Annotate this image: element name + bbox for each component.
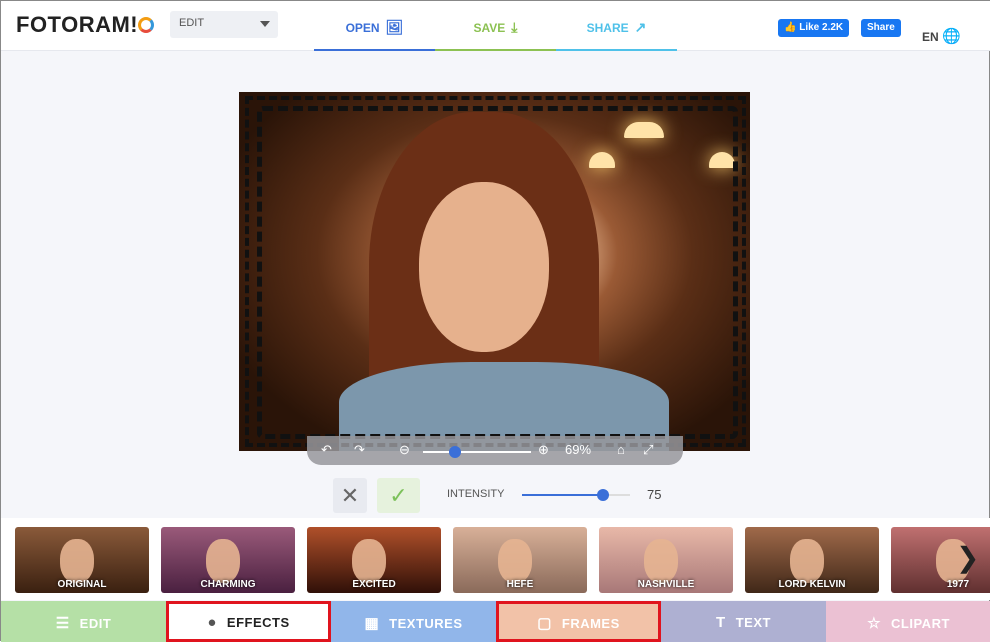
effect-thumb[interactable]: EXCITED bbox=[307, 527, 441, 593]
zoom-out-icon[interactable]: ⊖ bbox=[399, 442, 410, 458]
home-icon[interactable]: ⌂ bbox=[617, 442, 625, 457]
thumb-face bbox=[352, 539, 386, 583]
tab-label: EDIT bbox=[79, 616, 112, 631]
tab-text[interactable]: T TEXT bbox=[661, 601, 826, 642]
frame-inner bbox=[257, 106, 738, 439]
zoom-slider-handle[interactable] bbox=[449, 446, 462, 458]
grid-icon: ▦ bbox=[364, 615, 380, 632]
thumb-face bbox=[498, 539, 532, 583]
effects-strip: ORIGINAL CHARMING EXCITED HEFE NASHVILLE LORD… bbox=[1, 518, 990, 600]
tab-label: TEXTURES bbox=[389, 616, 463, 631]
tab-textures[interactable]: ▦ TEXTURES bbox=[331, 601, 496, 642]
frame-icon: ▢ bbox=[537, 615, 552, 632]
header: FOTORAM! EDIT OPEN 🖼 SAVE ⤓ SHARE ↗ 👍 Like … bbox=[1, 1, 990, 51]
share-icon: ↗ bbox=[634, 19, 647, 35]
intensity-value: 75 bbox=[647, 487, 662, 502]
tab-label: CLIPART bbox=[891, 616, 950, 631]
apply-button[interactable]: ✓ bbox=[377, 478, 420, 513]
effect-label: NASHVILLE bbox=[637, 579, 695, 590]
zoom-value: 69% bbox=[565, 442, 592, 457]
effect-label: CHARMING bbox=[200, 579, 256, 590]
sliders-icon: ☰ bbox=[55, 615, 70, 632]
effect-label: HEFE bbox=[506, 579, 534, 590]
intensity-slider-fill bbox=[522, 494, 603, 496]
photo-canvas[interactable] bbox=[239, 92, 750, 451]
share-label: SHARE bbox=[586, 21, 629, 35]
tab-clipart[interactable]: ☆ CLIPART bbox=[826, 601, 990, 642]
effect-label: EXCITED bbox=[352, 579, 396, 590]
facebook-like-button[interactable]: 👍 Like 2.2K bbox=[778, 19, 850, 37]
language-selector[interactable]: EN 🌐 bbox=[922, 27, 961, 45]
tab-label: TEXT bbox=[735, 615, 771, 630]
language-label: EN bbox=[922, 30, 939, 44]
logo[interactable]: FOTORAM! bbox=[16, 12, 155, 38]
check-icon: ✓ bbox=[389, 483, 408, 508]
star-icon: ☆ bbox=[867, 615, 882, 632]
view-toolbar: ↶ ↷ ⊖ ⊕ 69% ⌂ ⤢ bbox=[307, 436, 683, 465]
effect-label: 1977 bbox=[946, 579, 970, 590]
download-icon: ⤓ bbox=[511, 19, 518, 35]
text-icon: T bbox=[716, 614, 726, 631]
effect-thumb[interactable]: NASHVILLE bbox=[599, 527, 733, 593]
like-label: Like 2.2K bbox=[799, 22, 844, 33]
tab-label: FRAMES bbox=[561, 616, 620, 631]
share-button[interactable]: SHARE ↗ bbox=[556, 1, 677, 51]
intensity-slider-handle[interactable] bbox=[597, 489, 609, 501]
save-label: SAVE bbox=[473, 21, 506, 35]
effect-thumb[interactable]: CHARMING bbox=[161, 527, 295, 593]
intensity-label: INTENSITY bbox=[447, 488, 505, 500]
mode-dropdown[interactable]: EDIT bbox=[170, 11, 278, 38]
tab-edit[interactable]: ☰ EDIT bbox=[1, 601, 166, 642]
effect-thumb[interactable]: ORIGINAL bbox=[15, 527, 149, 593]
globe-icon: 🌐 bbox=[942, 28, 961, 45]
next-arrow-icon[interactable]: ❯ bbox=[956, 541, 979, 574]
tab-effects[interactable]: ● EFFECTS bbox=[166, 601, 331, 642]
effect-thumb[interactable]: HEFE bbox=[453, 527, 587, 593]
thumb-face bbox=[790, 539, 824, 583]
fullscreen-icon[interactable]: ⤢ bbox=[643, 442, 653, 458]
redo-icon[interactable]: ↷ bbox=[354, 442, 365, 458]
cancel-button[interactable]: ✕ bbox=[333, 478, 367, 513]
open-button[interactable]: OPEN 🖼 bbox=[314, 1, 435, 51]
effect-label: LORD KELVIN bbox=[778, 579, 846, 590]
mode-label: EDIT bbox=[179, 17, 205, 29]
thumb-face bbox=[60, 539, 94, 583]
tab-frames[interactable]: ▢ FRAMES bbox=[496, 601, 661, 642]
chevron-down-icon bbox=[260, 21, 270, 32]
open-label: OPEN bbox=[345, 21, 380, 35]
zoom-slider[interactable] bbox=[423, 451, 531, 453]
effect-label: ORIGINAL bbox=[57, 579, 107, 590]
image-icon: 🖼 bbox=[385, 19, 404, 35]
thumb-face bbox=[644, 539, 678, 583]
facebook-share-button[interactable]: Share bbox=[861, 19, 901, 37]
zoom-in-icon[interactable]: ⊕ bbox=[538, 442, 549, 458]
tab-label: EFFECTS bbox=[226, 615, 290, 630]
effects-icon: ● bbox=[207, 614, 217, 631]
close-icon: ✕ bbox=[340, 483, 360, 508]
undo-icon[interactable]: ↶ bbox=[321, 442, 332, 458]
thumb-face bbox=[206, 539, 240, 583]
save-button[interactable]: SAVE ⤓ bbox=[435, 1, 556, 51]
effect-thumb[interactable]: LORD KELVIN bbox=[745, 527, 879, 593]
